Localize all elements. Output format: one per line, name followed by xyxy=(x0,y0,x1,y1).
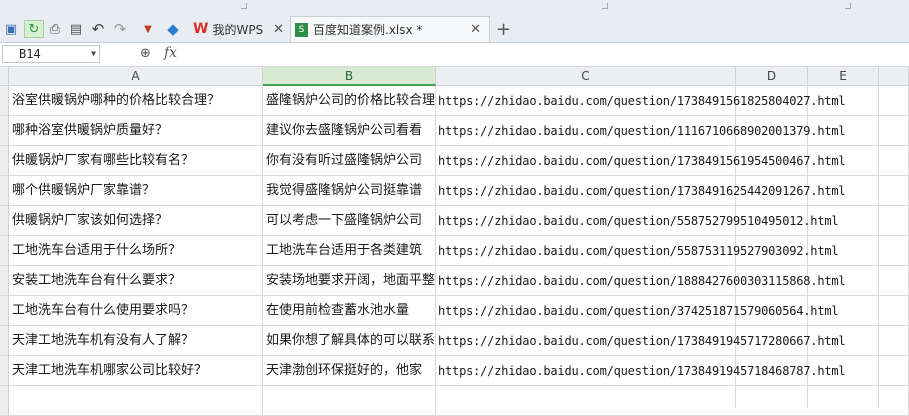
row-header[interactable] xyxy=(0,116,9,146)
cell-a[interactable]: 天津工地洗车机哪家公司比较好？ xyxy=(9,356,263,386)
window-mark xyxy=(845,3,851,9)
column-header-f[interactable] xyxy=(879,67,909,86)
cell-c[interactable] xyxy=(436,386,909,416)
fx-icon[interactable]: fx xyxy=(164,45,177,61)
cell-a[interactable]: 哪个供暖锅炉厂家靠谱？ xyxy=(9,176,263,206)
row-header[interactable] xyxy=(0,296,9,326)
cell-b[interactable]: 可以考虑一下盛隆锅炉公司 xyxy=(263,206,436,236)
tab-active-file[interactable]: S 百度知道案例.xlsx * ✕ xyxy=(290,16,490,42)
row-header[interactable] xyxy=(0,356,9,386)
row-header[interactable] xyxy=(0,86,9,116)
window-mark xyxy=(602,3,608,9)
close-icon[interactable]: ✕ xyxy=(470,22,481,37)
column-header-a[interactable]: A xyxy=(9,67,263,86)
table-row: 哪个供暖锅炉厂家靠谱？ 我觉得盛隆锅炉公司挺靠谱 https://zhidao.… xyxy=(0,176,909,206)
wps-logo-icon: W xyxy=(193,21,209,37)
column-header-d[interactable]: D xyxy=(736,67,808,86)
add-tab-icon[interactable]: + xyxy=(496,19,511,40)
cell-a[interactable]: 浴室供暖锅炉哪种的价格比较合理？ xyxy=(9,86,263,116)
column-header-c[interactable]: C xyxy=(436,67,736,86)
cell-b[interactable]: 盛隆锅炉公司的价格比较合理 xyxy=(263,86,436,116)
table-row: 天津工地洗车机哪家公司比较好？ 天津渤创环保挺好的，他家 https://zhi… xyxy=(0,356,909,386)
row-header[interactable] xyxy=(0,176,9,206)
formula-input[interactable] xyxy=(196,45,906,63)
cell-b[interactable]: 我觉得盛隆锅炉公司挺靠谱 xyxy=(263,176,436,206)
print-preview-icon[interactable]: ▤ xyxy=(67,20,85,38)
table-row: 天津工地洗车机有没有人了解？ 如果你想了解具体的可以联系 https://zhi… xyxy=(0,326,909,356)
cell-a[interactable]: 安装工地洗车台有什么要求？ xyxy=(9,266,263,296)
cell-a[interactable]: 供暖锅炉厂家有哪些比较有名？ xyxy=(9,146,263,176)
table-row: 供暖锅炉厂家有哪些比较有名？ 你有没有听过盛隆锅炉公司 https://zhid… xyxy=(0,146,909,176)
row-header[interactable] xyxy=(0,206,9,236)
close-icon[interactable]: ✕ xyxy=(273,22,284,37)
table-row: 浴室供暖锅炉哪种的价格比较合理？ 盛隆锅炉公司的价格比较合理 https://z… xyxy=(0,86,909,116)
row-header[interactable] xyxy=(0,236,9,266)
cell-b[interactable]: 建议你去盛隆锅炉公司看看 xyxy=(263,116,436,146)
share-icon[interactable]: ↻ xyxy=(24,20,44,38)
table-row xyxy=(0,386,909,416)
cell-b[interactable] xyxy=(263,386,436,416)
row-header[interactable] xyxy=(0,146,9,176)
row-header[interactable] xyxy=(0,266,9,296)
row-header[interactable] xyxy=(0,326,9,356)
title-tab-bar: ▣ ↻ ⎙ ▤ ↶ ↷ ▼ ◆ W 我的WPS ✕ S 百度知道案例.xlsx … xyxy=(0,0,909,43)
cell-b[interactable]: 工地洗车台适用于各类建筑 xyxy=(263,236,436,266)
cell-a[interactable]: 工地洗车台适用于什么场所？ xyxy=(9,236,263,266)
name-box[interactable]: B14 ▼ xyxy=(2,45,100,63)
cell-a[interactable]: 哪种浴室供暖锅炉质量好？ xyxy=(9,116,263,146)
table-row: 供暖锅炉厂家该如何选择？ 可以考虑一下盛隆锅炉公司 https://zhidao… xyxy=(0,206,909,236)
cell-c[interactable]: https://zhidao.baidu.com/question/374251… xyxy=(436,296,909,326)
cell-a[interactable]: 供暖锅炉厂家该如何选择？ xyxy=(9,206,263,236)
formula-bar: B14 ▼ ⊕ fx xyxy=(0,43,909,67)
cell-c[interactable]: https://zhidao.baidu.com/question/173849… xyxy=(436,86,909,116)
cell-a[interactable] xyxy=(9,386,263,416)
window-mark xyxy=(241,3,247,9)
cell-c[interactable]: https://zhidao.baidu.com/question/558752… xyxy=(436,206,909,236)
cell-b[interactable]: 天津渤创环保挺好的，他家 xyxy=(263,356,436,386)
tab-my-wps[interactable]: W 我的WPS ✕ xyxy=(190,16,290,42)
chevron-down-icon[interactable]: ▼ xyxy=(91,46,96,62)
cell-b[interactable]: 在使用前检查蓄水池水量 xyxy=(263,296,436,326)
cell-b[interactable]: 如果你想了解具体的可以联系 xyxy=(263,326,436,356)
redo-icon[interactable]: ↷ xyxy=(112,20,128,38)
column-header-b[interactable]: B xyxy=(263,67,436,86)
cell-c[interactable]: https://zhidao.baidu.com/question/173849… xyxy=(436,146,909,176)
cell-c[interactable]: https://zhidao.baidu.com/question/173849… xyxy=(436,176,909,206)
cell-reference: B14 xyxy=(19,47,41,61)
cell-c[interactable]: https://zhidao.baidu.com/question/111671… xyxy=(436,116,909,146)
row-header[interactable] xyxy=(0,386,9,416)
cell-c[interactable]: https://zhidao.baidu.com/question/173849… xyxy=(436,356,909,386)
xlsx-file-icon: S xyxy=(295,22,308,37)
table-row: 工地洗车台有什么使用要求吗？ 在使用前检查蓄水池水量 https://zhida… xyxy=(0,296,909,326)
save-icon[interactable]: ▣ xyxy=(3,20,19,38)
cell-b[interactable]: 你有没有听过盛隆锅炉公司 xyxy=(263,146,436,176)
table-row: 安装工地洗车台有什么要求？ 安装场地要求开阔，地面平整 https://zhid… xyxy=(0,266,909,296)
print-icon[interactable]: ⎙ xyxy=(46,20,64,38)
cell-c[interactable]: https://zhidao.baidu.com/question/173849… xyxy=(436,326,909,356)
zoom-icon[interactable]: ⊕ xyxy=(140,46,151,61)
undo-icon[interactable]: ↶ xyxy=(90,20,106,38)
column-header-e[interactable]: E xyxy=(808,67,879,86)
cell-a[interactable]: 工地洗车台有什么使用要求吗？ xyxy=(9,296,263,326)
cell-c[interactable]: https://zhidao.baidu.com/question/558753… xyxy=(436,236,909,266)
table-row: 工地洗车台适用于什么场所？ 工地洗车台适用于各类建筑 https://zhida… xyxy=(0,236,909,266)
select-all-corner[interactable] xyxy=(0,67,9,86)
cell-c[interactable]: https://zhidao.baidu.com/question/188842… xyxy=(436,266,909,296)
app-box-icon[interactable]: ◆ xyxy=(164,20,182,38)
customize-toolbar-icon[interactable]: ▼ xyxy=(140,20,156,38)
cell-b[interactable]: 安装场地要求开阔，地面平整 xyxy=(263,266,436,296)
tab-label: 百度知道案例.xlsx * xyxy=(313,23,423,37)
table-row: 哪种浴室供暖锅炉质量好？ 建议你去盛隆锅炉公司看看 https://zhidao… xyxy=(0,116,909,146)
tab-label: 我的WPS xyxy=(212,22,264,37)
cell-a[interactable]: 天津工地洗车机有没有人了解？ xyxy=(9,326,263,356)
